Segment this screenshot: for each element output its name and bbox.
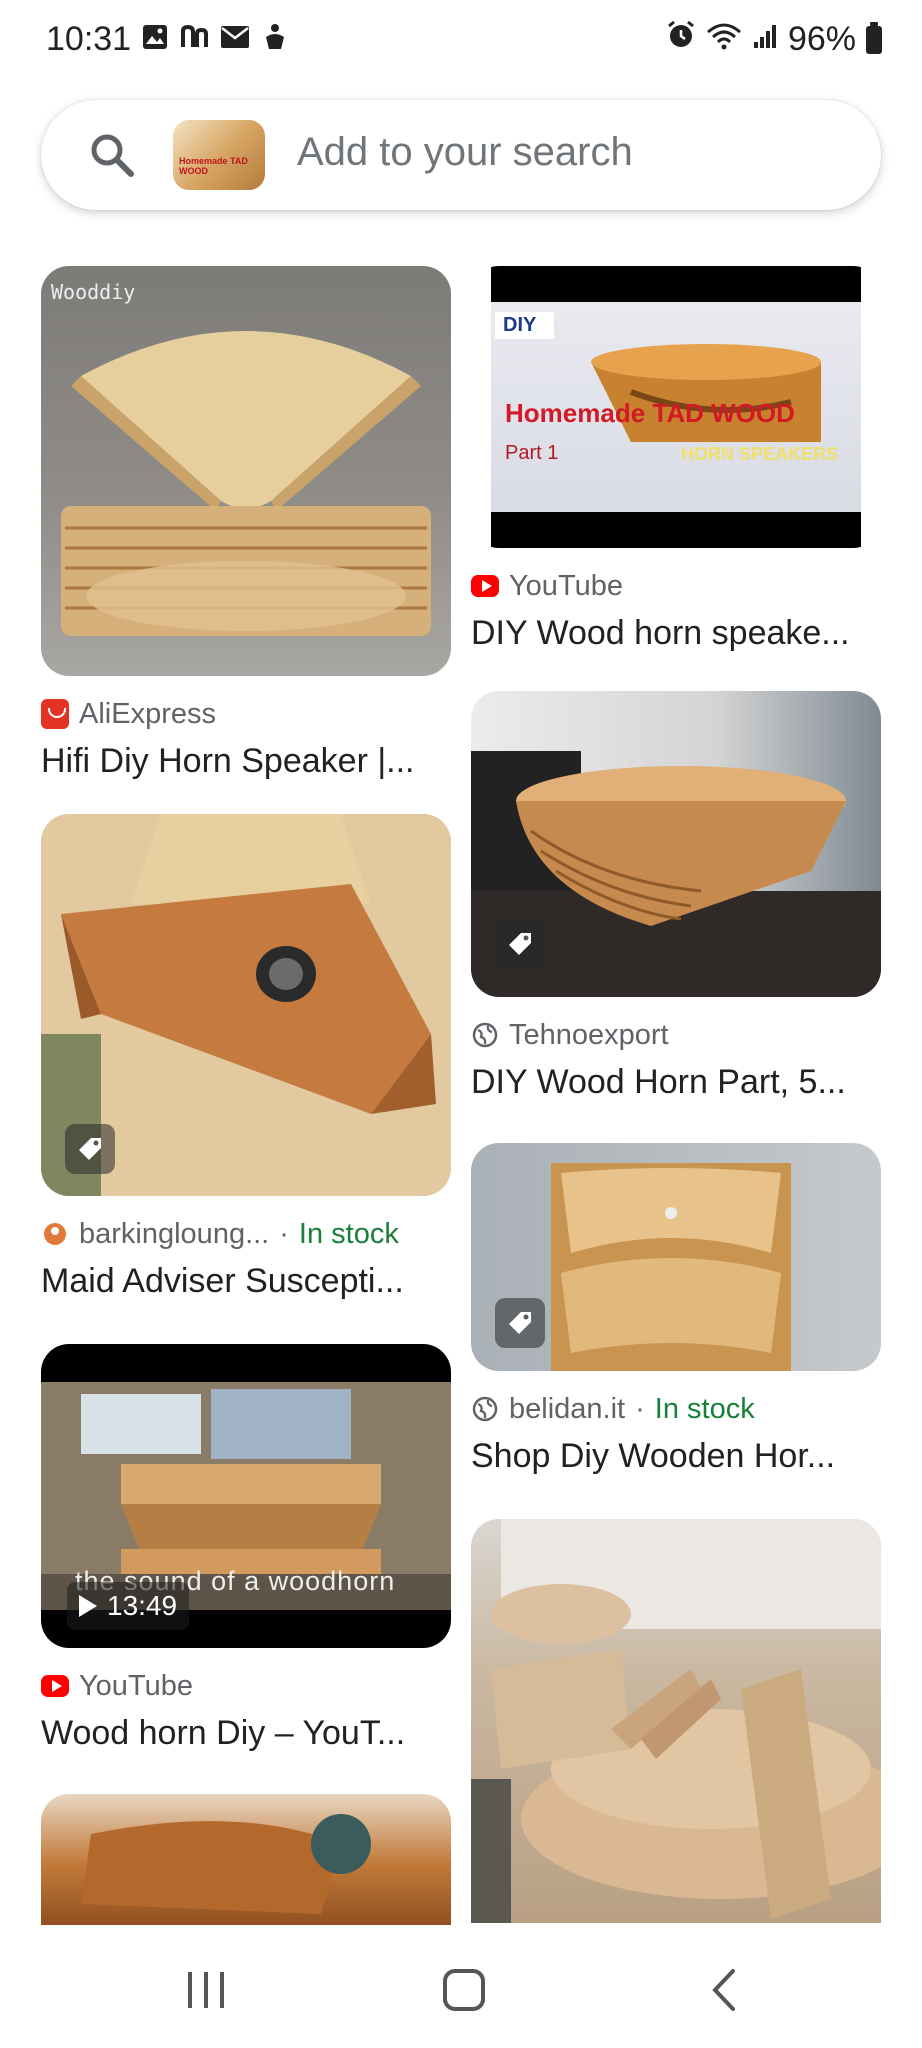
video-duration: 13:49 [107, 1590, 178, 1621]
aliexpress-icon [41, 699, 69, 729]
video-overlay-title: Homemade TAD WOOD [505, 398, 795, 428]
video-frame: DIY Homemade TAD WOOD Part 1 HORN SPEAKE… [491, 266, 861, 548]
source-name: Tehnoexport [509, 1018, 669, 1051]
result-source: belidan.it · In stock [471, 1391, 881, 1427]
wifi-icon [706, 20, 742, 59]
result-card[interactable]: Wooddiy AliExpress Hifi Diy Horn Speaker… [41, 266, 451, 814]
result-image[interactable] [41, 1794, 451, 1934]
source-name: barkingloung... [79, 1217, 270, 1250]
stock-status: In stock [298, 1217, 399, 1250]
alarm-icon [666, 20, 696, 59]
accessibility-icon [260, 22, 290, 52]
search-thumb-text: Homemade TAD WOOD [179, 156, 248, 176]
separator-dot: · [635, 1392, 645, 1425]
result-image[interactable] [471, 1519, 881, 1923]
video-frame-content: DIY Homemade TAD WOOD Part 1 HORN SPEAKE… [491, 302, 861, 512]
result-card[interactable] [471, 1519, 881, 1923]
separator-dot: · [279, 1217, 289, 1250]
result-title[interactable]: Wood horn Diy – YouT... [41, 1714, 451, 1753]
status-time: 10:31 [46, 20, 132, 58]
youtube-icon [41, 1672, 69, 1700]
result-card[interactable] [41, 1794, 451, 1934]
result-image[interactable]: the sound of a woodhorn 13:49 [41, 1344, 451, 1648]
result-card[interactable]: barkingloung... · In stock Maid Adviser … [41, 814, 451, 1344]
result-title[interactable]: DIY Wood horn speake... [471, 614, 881, 653]
video-overlay-subtitle: HORN SPEAKERS [681, 444, 839, 464]
result-card[interactable]: the sound of a woodhorn 13:49 YouTube Wo… [41, 1344, 451, 1794]
result-source: YouTube [471, 568, 881, 604]
recent-apps-button[interactable] [176, 1965, 236, 2015]
result-source: barkingloung... · In stock [41, 1216, 451, 1252]
n-app-icon [180, 22, 210, 52]
result-title[interactable]: DIY Wood Horn Part, 5... [471, 1063, 881, 1102]
globe-icon [471, 1021, 499, 1049]
video-duration-badge[interactable]: 13:49 [67, 1582, 190, 1630]
watermark-text: Wooddiy [51, 280, 136, 304]
product-tag-icon [495, 919, 545, 969]
result-title[interactable]: Shop Diy Wooden Hor... [471, 1437, 881, 1476]
source-name: YouTube [509, 569, 623, 602]
gallery-icon [140, 22, 170, 52]
notification-icons [140, 22, 290, 52]
home-button[interactable] [434, 1965, 494, 2015]
status-bar: 10:31 96% [0, 0, 922, 86]
result-source: AliExpress [41, 696, 451, 732]
mail-icon [220, 22, 250, 52]
result-image[interactable] [471, 1143, 881, 1371]
results-column-left: Wooddiy AliExpress Hifi Diy Horn Speaker… [41, 266, 451, 1934]
search-image-thumbnail[interactable]: Homemade TAD WOOD [173, 120, 265, 190]
globe-icon [471, 1395, 499, 1423]
site-icon [41, 1220, 69, 1248]
search-icon[interactable] [87, 130, 137, 180]
product-tag-icon [65, 1124, 115, 1174]
source-name: YouTube [79, 1669, 193, 1702]
search-input[interactable]: Add to your search [297, 130, 633, 175]
result-image[interactable]: DIY Homemade TAD WOOD Part 1 HORN SPEAKE… [471, 266, 881, 548]
search-bar[interactable]: Homemade TAD WOOD Add to your search [41, 100, 881, 210]
result-card[interactable]: Tehnoexport DIY Wood Horn Part, 5... [471, 691, 881, 1143]
result-title[interactable]: Hifi Diy Horn Speaker |... [41, 742, 451, 781]
play-icon [79, 1595, 97, 1617]
signal-icon [752, 20, 778, 59]
result-source: YouTube [41, 1668, 451, 1704]
result-image[interactable] [41, 814, 451, 1196]
system-status: 96% [666, 20, 882, 59]
source-name: belidan.it [509, 1392, 626, 1425]
result-title[interactable]: Maid Adviser Suscepti... [41, 1262, 451, 1301]
stock-status: In stock [654, 1392, 755, 1425]
product-tag-icon [495, 1298, 545, 1348]
source-name: AliExpress [79, 697, 216, 730]
result-image[interactable]: Wooddiy [41, 266, 451, 676]
back-button[interactable] [694, 1965, 754, 2015]
system-nav-bar [0, 1925, 922, 2048]
battery-text: 96% [787, 20, 856, 58]
results-column-right: DIY Homemade TAD WOOD Part 1 HORN SPEAKE… [471, 266, 881, 1923]
battery-icon [866, 21, 882, 54]
result-source: Tehnoexport [471, 1017, 881, 1053]
result-image[interactable] [471, 691, 881, 997]
video-overlay-part: Part 1 [505, 442, 559, 464]
result-card[interactable]: belidan.it · In stock Shop Diy Wooden Ho… [471, 1143, 881, 1519]
diy-badge: DIY [495, 312, 555, 339]
result-card[interactable]: DIY Homemade TAD WOOD Part 1 HORN SPEAKE… [471, 266, 881, 691]
youtube-icon [471, 572, 499, 600]
